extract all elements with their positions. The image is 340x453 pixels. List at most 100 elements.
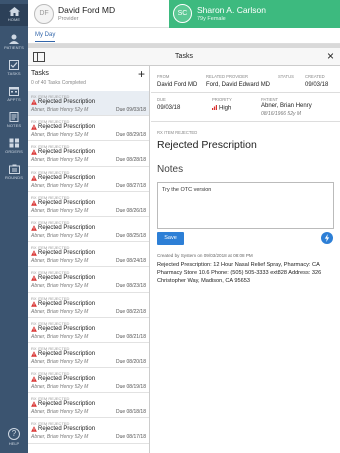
save-button[interactable]: Save [157, 232, 184, 245]
task-title: Rejected Prescription [38, 376, 96, 383]
notes-icon [9, 112, 19, 122]
task-list-title: Tasks [31, 70, 49, 77]
task-list-item[interactable]: RX ITEM REJECTED Rejected Prescription Abn… [28, 191, 149, 217]
nav-tasks-label: TASKS [7, 71, 21, 76]
patient-name: Sharon A. Carlson [197, 5, 266, 15]
task-list-item[interactable]: RX ITEM REJECTED Rejected Prescription Abn… [28, 393, 149, 419]
patient-dob: 08/16/1966 52y M [261, 111, 302, 117]
provider-name[interactable]: David Ford MD [58, 5, 115, 15]
warning-icon [31, 174, 37, 181]
from-value: David Ford MD [157, 82, 198, 88]
task-due-date: Due 08/26/18 [115, 207, 146, 214]
top-bar: DF David Ford MD Provider SC Sharon A. C… [28, 0, 340, 28]
task-list[interactable]: RX ITEM REJECTED Rejected Prescription Abn… [28, 91, 150, 453]
task-patient: Abner, Brian Henry 52y M [31, 434, 89, 441]
check-list-icon [9, 60, 19, 70]
task-type: RX ITEM REJECTED [157, 130, 198, 135]
task-title: Rejected Prescription [38, 99, 96, 105]
warning-icon [31, 225, 37, 231]
nav-notes-label: NOTES [6, 123, 22, 128]
task-list-item[interactable]: RX ITEM REJECTED Rejected Prescription Abn… [28, 116, 149, 142]
warning-icon [31, 300, 37, 307]
task-list-item[interactable]: RX ITEM REJECTED Rejected Prescription Abn… [28, 267, 149, 293]
task-list-item[interactable]: RX ITEM REJECTED Rejected Prescription Abn… [28, 166, 149, 192]
nav-tasks[interactable]: TASKS [0, 58, 28, 80]
nav-help[interactable]: ? HELP [0, 428, 28, 446]
task-patient: Abner, Brian Henry 52y M [31, 358, 89, 365]
task-due-date: Due 08/18/18 [115, 409, 146, 416]
left-nav: HOME PATIENTS TASKS APPTS NOTES ORDERS R… [0, 0, 28, 453]
created-label: CREATED [305, 74, 325, 79]
created-by: Created by System on 09/03/2018 at 08:08… [157, 253, 253, 258]
notes-field[interactable]: Try the OTC version [157, 182, 334, 229]
created-value: 09/03/18 [305, 82, 329, 88]
warning-icon [31, 376, 37, 382]
sidebar-toggle-icon[interactable] [33, 52, 45, 62]
task-title: Rejected Prescription [38, 250, 96, 257]
close-icon[interactable]: × [327, 50, 334, 62]
task-patient: Abner, Brian Henry 52y M [31, 232, 89, 239]
task-due-date: Due 08/28/18 [115, 157, 146, 164]
task-title: Rejected Prescription [157, 139, 257, 151]
warning-icon [31, 351, 37, 357]
task-title: Rejected Prescription [38, 199, 96, 206]
nav-appts[interactable]: APPTS [0, 84, 28, 106]
task-patient: Abner, Brian Henry 52y M [31, 107, 89, 113]
add-task-icon[interactable]: + [138, 68, 145, 80]
tab-my-day[interactable]: My Day [35, 32, 56, 42]
task-patient: Abner, Brian Henry 52y M [31, 308, 89, 315]
patient-banner[interactable]: SC Sharon A. Carlson 79y Female [169, 0, 340, 28]
task-patient: Abner, Brian Henry 52y M [31, 283, 89, 290]
task-list-item[interactable]: RX ITEM REJECTED Rejected Prescription Abn… [28, 292, 149, 318]
warning-icon [31, 124, 37, 130]
task-due-date: Due 08/19/18 [115, 384, 146, 391]
nav-home[interactable]: HOME [0, 4, 28, 26]
task-count: 0 of 40 Tasks Completed [31, 80, 86, 86]
nav-rounds[interactable]: ROUNDS [0, 162, 28, 184]
due-value: 09/03/18 [157, 105, 181, 111]
task-list-item[interactable]: RX ITEM REJECTED Rejected Prescription Abn… [28, 216, 149, 243]
task-list-item[interactable]: RX ITEM REJECTED Rejected Prescription Abn… [28, 342, 149, 369]
task-title: Rejected Prescription [38, 224, 96, 231]
priority-icon [212, 105, 217, 110]
task-patient: Abner, Brian Henry 52y M [31, 409, 89, 416]
task-detail: FROM David Ford MD RELATED PROVIDER Ford… [151, 66, 340, 453]
task-list-item[interactable]: RX ITEM REJECTED Rejected Prescription Abn… [28, 317, 149, 343]
from-label: FROM [157, 74, 170, 79]
task-title: Rejected Prescription [38, 325, 96, 332]
task-title: Rejected Prescription [38, 149, 96, 156]
divider [151, 92, 340, 93]
calendar-icon [9, 87, 19, 96]
task-list-item[interactable]: RX ITEM REJECTED Rejected Prescription Abn… [28, 418, 149, 444]
lightning-icon [324, 234, 330, 242]
patient-avatar: SC [173, 4, 192, 23]
task-due-date: Due 08/20/18 [115, 358, 146, 365]
nav-patients[interactable]: PATIENTS [0, 32, 28, 54]
quick-action-button[interactable] [321, 232, 333, 244]
task-list-item[interactable]: RX ITEM REJECTED Rejected Prescription Abn… [28, 91, 149, 117]
nav-appts-label: APPTS [7, 97, 21, 102]
task-due-date: Due 08/27/18 [115, 182, 146, 189]
provider-avatar[interactable]: DF [34, 4, 54, 24]
warning-icon [31, 275, 37, 282]
nav-home-label: HOME [7, 17, 21, 22]
task-patient: Abner, Brian Henry 52y M [31, 384, 89, 391]
task-patient: Abner, Brian Henry 52y M [31, 132, 89, 139]
warning-icon [31, 325, 37, 332]
task-list-item[interactable]: RX ITEM REJECTED Rejected Prescription Abn… [28, 242, 149, 268]
task-due-date: Due 08/25/18 [115, 232, 146, 239]
patient-value[interactable]: Abner, Brian Henry [261, 103, 312, 109]
task-title: Rejected Prescription [38, 300, 96, 307]
task-list-item[interactable]: RX ITEM REJECTED Rejected Prescription Abn… [28, 368, 149, 394]
patient-label: PATIENT [261, 97, 279, 102]
task-list-item[interactable]: RX ITEM REJECTED Rejected Prescription Abn… [28, 141, 149, 167]
task-patient: Abner, Brian Henry 52y M [31, 157, 89, 164]
divider [151, 121, 340, 122]
task-due-date: Due 08/24/18 [115, 258, 146, 265]
warning-icon [31, 401, 37, 408]
notes-label: Notes [157, 164, 184, 175]
nav-notes[interactable]: NOTES [0, 110, 28, 132]
task-patient: Abner, Brian Henry 52y M [31, 182, 89, 189]
warning-icon [31, 99, 37, 105]
nav-orders[interactable]: ORDERS [0, 136, 28, 158]
